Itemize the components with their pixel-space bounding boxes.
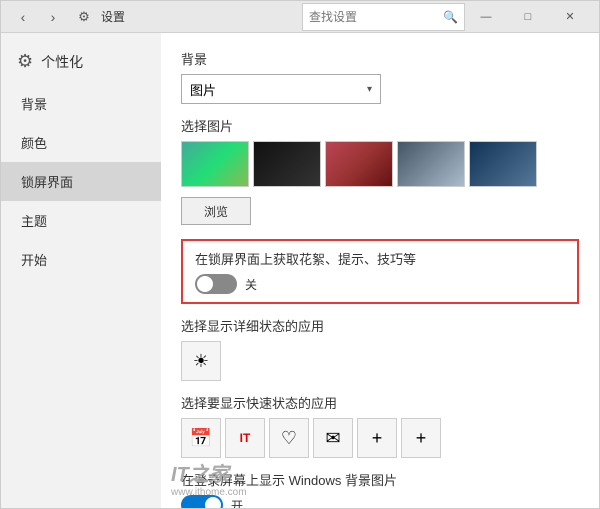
detail-apps-row: ☀ xyxy=(181,341,579,381)
tips-toggle[interactable] xyxy=(195,274,237,294)
calendar-icon: 📅 xyxy=(190,428,212,449)
sidebar-item-label-start: 开始 xyxy=(21,250,47,269)
bg-type-value: 图片 xyxy=(190,80,216,99)
title-bar: ‹ › ⚙ 设置 🔍 — □ ✕ xyxy=(1,1,599,33)
select-image-label: 选择图片 xyxy=(181,116,579,135)
image-thumb-2[interactable] xyxy=(325,141,393,187)
sidebar-item-label-theme: 主题 xyxy=(21,211,47,230)
tips-toggle-knob xyxy=(197,276,213,292)
image-thumb-4[interactable] xyxy=(469,141,537,187)
image-thumb-0[interactable] xyxy=(181,141,249,187)
search-icon: 🔍 xyxy=(443,10,458,24)
minimize-icon: — xyxy=(481,11,492,23)
sidebar-header: ⚙ 个性化 xyxy=(1,43,161,84)
quick-app-add2[interactable]: + xyxy=(401,418,441,458)
quick-status-section: 选择要显示快速状态的应用 📅 IT ♡ ✉ + xyxy=(181,393,579,458)
main-content: 背景 图片 ▾ 选择图片 浏览 在锁屏界面上获取花絮、提 xyxy=(161,33,599,508)
sidebar-item-label-color: 颜色 xyxy=(21,133,47,152)
sidebar-item-label-lockscreen: 锁屏界面 xyxy=(21,172,73,191)
search-box[interactable]: 🔍 xyxy=(302,3,465,31)
quick-app-calendar[interactable]: 📅 xyxy=(181,418,221,458)
watermark-logo: IT之家 xyxy=(171,458,247,487)
search-input[interactable] xyxy=(309,10,439,24)
detail-app-weather[interactable]: ☀ xyxy=(181,341,221,381)
dropdown-arrow-icon: ▾ xyxy=(367,84,372,95)
maximize-icon: □ xyxy=(525,11,532,23)
windows-bg-toggle-label: 开 xyxy=(231,497,243,509)
tips-highlight-box: 在锁屏界面上获取花絮、提示、技巧等 关 xyxy=(181,239,579,304)
browse-button[interactable]: 浏览 xyxy=(181,197,251,225)
quick-app-add1[interactable]: + xyxy=(357,418,397,458)
sidebar-item-label-background: 背景 xyxy=(21,94,47,113)
it-icon: IT xyxy=(240,431,251,445)
sidebar-item-start[interactable]: 开始 xyxy=(1,240,161,279)
tips-label: 在锁屏界面上获取花絮、提示、技巧等 xyxy=(195,249,565,268)
sidebar-item-lockscreen[interactable]: 锁屏界面 xyxy=(1,162,161,201)
quick-app-mail[interactable]: ✉ xyxy=(313,418,353,458)
add1-icon: + xyxy=(372,428,383,449)
browse-label: 浏览 xyxy=(204,203,228,220)
sidebar-title: 个性化 xyxy=(41,52,83,72)
title-bar-left: ‹ › ⚙ 设置 xyxy=(9,6,125,28)
forward-button[interactable]: › xyxy=(39,6,67,28)
detail-status-section: 选择显示详细状态的应用 ☀ xyxy=(181,316,579,381)
tips-toggle-label: 关 xyxy=(245,276,257,293)
settings-gear-icon: ⚙ xyxy=(75,8,93,26)
image-grid xyxy=(181,141,579,187)
title-bar-right: 🔍 — □ ✕ xyxy=(302,3,591,31)
image-thumb-3[interactable] xyxy=(397,141,465,187)
detail-status-label: 选择显示详细状态的应用 xyxy=(181,316,579,335)
add2-icon: + xyxy=(416,428,427,449)
window-title: 设置 xyxy=(101,8,125,25)
bg-type-dropdown[interactable]: 图片 ▾ xyxy=(181,74,381,104)
maximize-button[interactable]: □ xyxy=(507,3,549,31)
sidebar: ⚙ 个性化 背景 颜色 锁屏界面 主题 开始 xyxy=(1,33,161,508)
quick-app-heart[interactable]: ♡ xyxy=(269,418,309,458)
image-thumb-1[interactable] xyxy=(253,141,321,187)
quick-app-it[interactable]: IT xyxy=(225,418,265,458)
watermark: IT之家 www.ithome.com xyxy=(171,458,247,498)
bg-section-label: 背景 xyxy=(181,49,579,68)
forward-icon: › xyxy=(51,9,56,25)
back-button[interactable]: ‹ xyxy=(9,6,37,28)
quick-status-label: 选择要显示快速状态的应用 xyxy=(181,393,579,412)
heart-icon: ♡ xyxy=(281,428,297,449)
back-icon: ‹ xyxy=(21,9,26,25)
personalization-gear-icon: ⚙ xyxy=(17,51,33,72)
close-icon: ✕ xyxy=(565,10,574,23)
content-area: ⚙ 个性化 背景 颜色 锁屏界面 主题 开始 背景 xyxy=(1,33,599,508)
close-button[interactable]: ✕ xyxy=(549,3,591,31)
windows-bg-toggle-knob xyxy=(205,497,221,508)
settings-window: ‹ › ⚙ 设置 🔍 — □ ✕ xyxy=(0,0,600,509)
watermark-url: www.ithome.com xyxy=(171,487,247,498)
sidebar-item-theme[interactable]: 主题 xyxy=(1,201,161,240)
tips-toggle-row: 关 xyxy=(195,274,565,294)
minimize-button[interactable]: — xyxy=(465,3,507,31)
weather-icon: ☀ xyxy=(193,351,209,372)
mail-icon: ✉ xyxy=(325,428,340,449)
sidebar-item-color[interactable]: 颜色 xyxy=(1,123,161,162)
nav-buttons: ‹ › xyxy=(9,6,67,28)
sidebar-item-background[interactable]: 背景 xyxy=(1,84,161,123)
quick-apps-row: 📅 IT ♡ ✉ + + xyxy=(181,418,579,458)
